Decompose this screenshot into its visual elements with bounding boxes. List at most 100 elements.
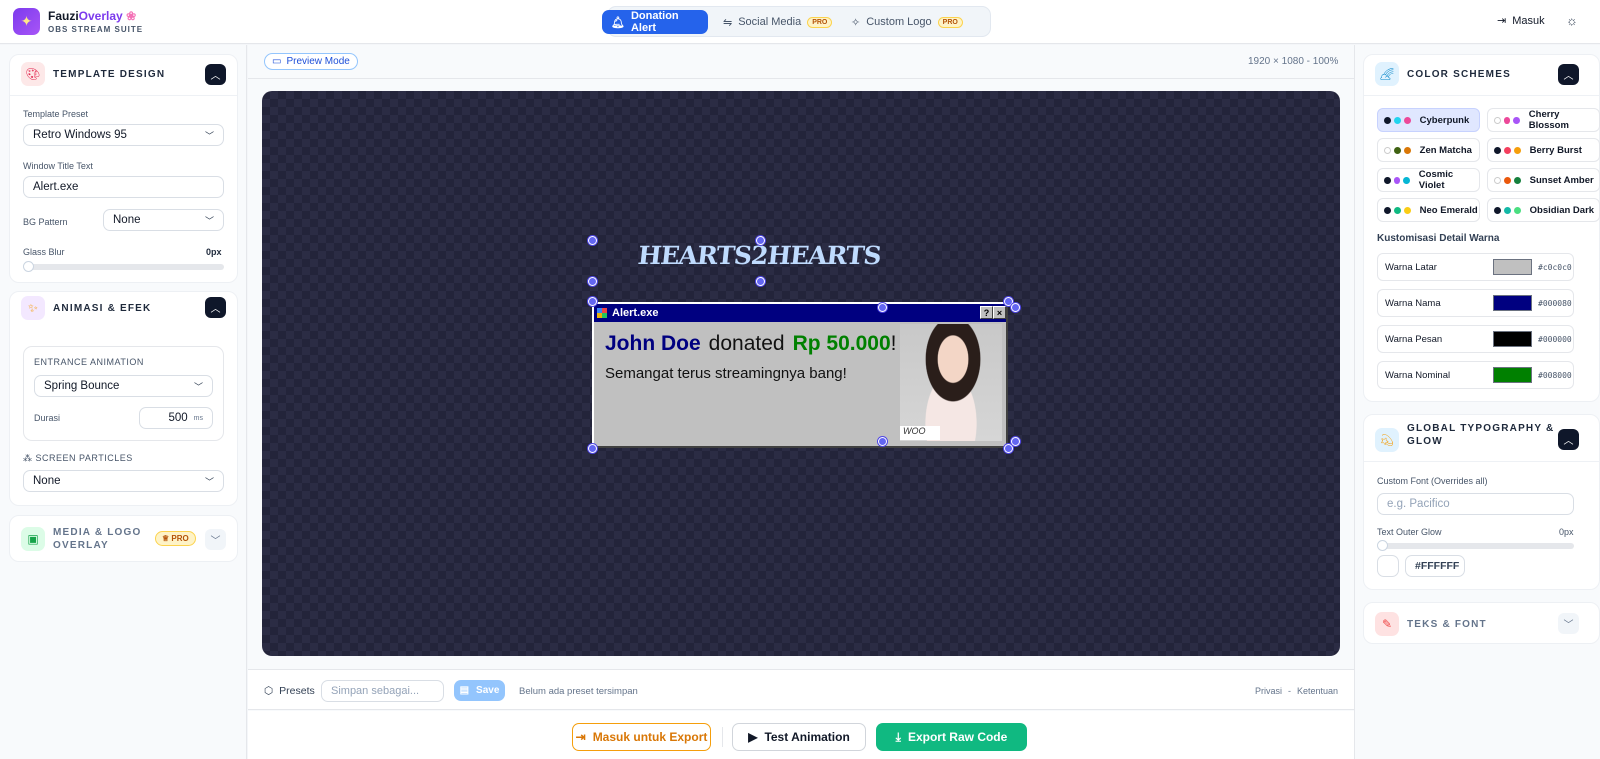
color-dot: [1504, 146, 1511, 154]
theme-toggle-sun-icon[interactable]: ☼: [1566, 13, 1578, 28]
tab-social-media[interactable]: ⇋ Social Media PRO: [714, 10, 841, 34]
app-title: FauziOverlay ❀: [48, 9, 137, 23]
color-picker-nama[interactable]: [1493, 295, 1532, 311]
color-dot: [1384, 116, 1391, 124]
save-icon: ▤: [459, 685, 470, 696]
scheme-sunset-amber[interactable]: Sunset Amber: [1487, 168, 1600, 192]
bg-pattern-select[interactable]: None ﹀: [103, 209, 224, 231]
color-picker-latar[interactable]: [1493, 259, 1532, 275]
collapse-chevron-up-icon[interactable]: ︿: [1558, 64, 1579, 85]
custom-logo-text[interactable]: HEARTS2HEARTS: [636, 241, 882, 270]
duration-unit: ms: [193, 414, 203, 422]
color-picker-pesan[interactable]: [1493, 331, 1532, 347]
footer-links: Privasi - Ketentuan: [1255, 686, 1339, 696]
window-title-input[interactable]: Alert.exe: [23, 176, 224, 198]
scheme-berry-burst[interactable]: Berry Burst: [1487, 138, 1600, 162]
resize-handle[interactable]: [588, 444, 597, 453]
glow-color-swatch[interactable]: [1377, 555, 1399, 577]
login-button[interactable]: ⇥ Masuk: [1497, 14, 1545, 28]
resize-handle[interactable]: [588, 297, 597, 306]
section-title: TEKS & FONT: [1407, 619, 1487, 630]
section-title: ANIMASI & EFEK: [53, 303, 152, 314]
slider-knob[interactable]: [1377, 540, 1388, 551]
duration-input[interactable]: 500 ms: [139, 407, 213, 429]
scheme-zen-matcha[interactable]: Zen Matcha: [1377, 138, 1480, 162]
scheme-cyberpunk[interactable]: Cyberpunk: [1377, 108, 1480, 132]
windows-logo-icon: [597, 308, 607, 318]
resize-handle[interactable]: [588, 236, 597, 245]
tab-custom-logo[interactable]: ✧ Custom Logo PRO: [842, 10, 972, 34]
share-icon: ⇋: [723, 16, 733, 29]
scheme-neo-emerald[interactable]: Neo Emerald: [1377, 198, 1480, 222]
top-header: ✦ FauziOverlay ❀ OBS STREAM SUITE 🔔︎ Dona…: [0, 0, 1600, 44]
tab-donation-alert[interactable]: 🔔︎ Donation Alert: [602, 10, 708, 34]
glow-hex-input[interactable]: #FFFFFF: [1405, 555, 1465, 577]
resize-handle[interactable]: [878, 437, 887, 446]
login-to-export-button[interactable]: ⇥ Masuk untuk Export: [572, 723, 711, 751]
select-value: None: [33, 475, 61, 487]
mode-tabs: 🔔︎ Donation Alert ⇋ Social Media PRO ✧ Custo…: [602, 6, 991, 37]
color-dot: [1393, 176, 1401, 184]
rainbow-icon: 🌈︎: [1375, 62, 1399, 86]
scheme-cosmic-violet[interactable]: Cosmic Violet: [1377, 168, 1480, 192]
glass-blur-slider[interactable]: [23, 261, 224, 272]
donated-text: donated: [708, 332, 785, 355]
preview-mode-toggle[interactable]: ▭ Preview Mode: [264, 53, 358, 70]
test-animation-button[interactable]: ▶ Test Animation: [732, 723, 866, 751]
screen-particles-select[interactable]: None ﹀: [23, 470, 224, 492]
media-logo-panel[interactable]: ▣ MEDIA & LOGO OVERLAY ♕ PRO ﹀: [9, 515, 238, 562]
template-preset-select[interactable]: Retro Windows 95 ﹀: [23, 124, 224, 146]
color-picker-nominal[interactable]: [1493, 367, 1532, 383]
donation-message: Semangat terus streamingnya bang!: [605, 365, 847, 382]
glow-slider[interactable]: [1377, 540, 1574, 551]
chevron-down-icon: ﹀: [193, 381, 203, 392]
terms-link[interactable]: Ketentuan: [1297, 686, 1338, 696]
resize-handle[interactable]: [756, 236, 765, 245]
scheme-obsidian-dark[interactable]: Obsidian Dark: [1487, 198, 1600, 222]
donation-alert-window[interactable]: Alert.exe ? × John Doe donated Rp 50.000…: [592, 302, 1008, 448]
preset-name-input[interactable]: Simpan sebagai...: [321, 680, 444, 702]
scheme-cherry-blossom[interactable]: Cherry Blossom: [1487, 108, 1600, 132]
privacy-link[interactable]: Privasi: [1255, 686, 1282, 696]
glass-blur-value: 0px: [206, 247, 222, 257]
animation-panel: ✨︎ ANIMASI & EFEK ︿ ENTRANCE ANIMATION S…: [9, 291, 238, 506]
text-font-panel[interactable]: ✎ TEKS & FONT ﹀: [1363, 602, 1600, 644]
help-button[interactable]: ?: [980, 306, 993, 319]
custom-font-input[interactable]: e.g. Pacifico: [1377, 493, 1574, 515]
color-dot: [1403, 176, 1411, 184]
entrance-animation-select[interactable]: Spring Bounce ﹀: [34, 375, 213, 397]
save-preset-button[interactable]: ▤ Save: [454, 680, 505, 701]
resize-handle[interactable]: [1011, 437, 1020, 446]
field-label: Template Preset: [23, 109, 89, 119]
expand-chevron-down-icon[interactable]: ﹀: [1558, 613, 1579, 634]
slider-knob[interactable]: [23, 261, 34, 272]
collapse-chevron-up-icon[interactable]: ︿: [205, 64, 226, 85]
resize-handle[interactable]: [588, 277, 597, 286]
export-raw-code-button[interactable]: ⤓ Export Raw Code: [876, 723, 1027, 751]
color-dot: [1384, 146, 1391, 154]
custom-colors-heading: Kustomisasi Detail Warna: [1377, 233, 1500, 244]
resize-handle[interactable]: [756, 277, 765, 286]
resize-handle[interactable]: [878, 303, 887, 312]
color-dot: [1494, 206, 1501, 214]
close-button[interactable]: ×: [993, 306, 1006, 319]
color-dot: [1404, 146, 1411, 154]
collapse-chevron-up-icon[interactable]: ︿: [1558, 429, 1579, 450]
section-title: TEMPLATE DESIGN: [53, 69, 166, 80]
color-dot: [1384, 176, 1391, 184]
presets-label: ⬡ Presets: [264, 685, 315, 697]
image-caption: WOO: [900, 426, 940, 440]
collapse-chevron-up-icon[interactable]: ︿: [205, 297, 226, 318]
color-dot: [1504, 206, 1511, 214]
resize-handle[interactable]: [1011, 303, 1020, 312]
color-dot: [1514, 146, 1521, 154]
login-icon: ⇥: [1497, 15, 1507, 27]
glow-value: 0px: [1559, 527, 1574, 537]
field-label: Text Outer Glow: [1377, 527, 1442, 537]
pen-icon: ✎: [1375, 612, 1399, 636]
resize-handle[interactable]: [1004, 444, 1013, 453]
field-label: BG Pattern: [23, 217, 68, 227]
expand-chevron-down-icon[interactable]: ﹀: [205, 529, 226, 550]
field-label: Durasi: [34, 413, 61, 423]
color-dot: [1494, 176, 1501, 184]
